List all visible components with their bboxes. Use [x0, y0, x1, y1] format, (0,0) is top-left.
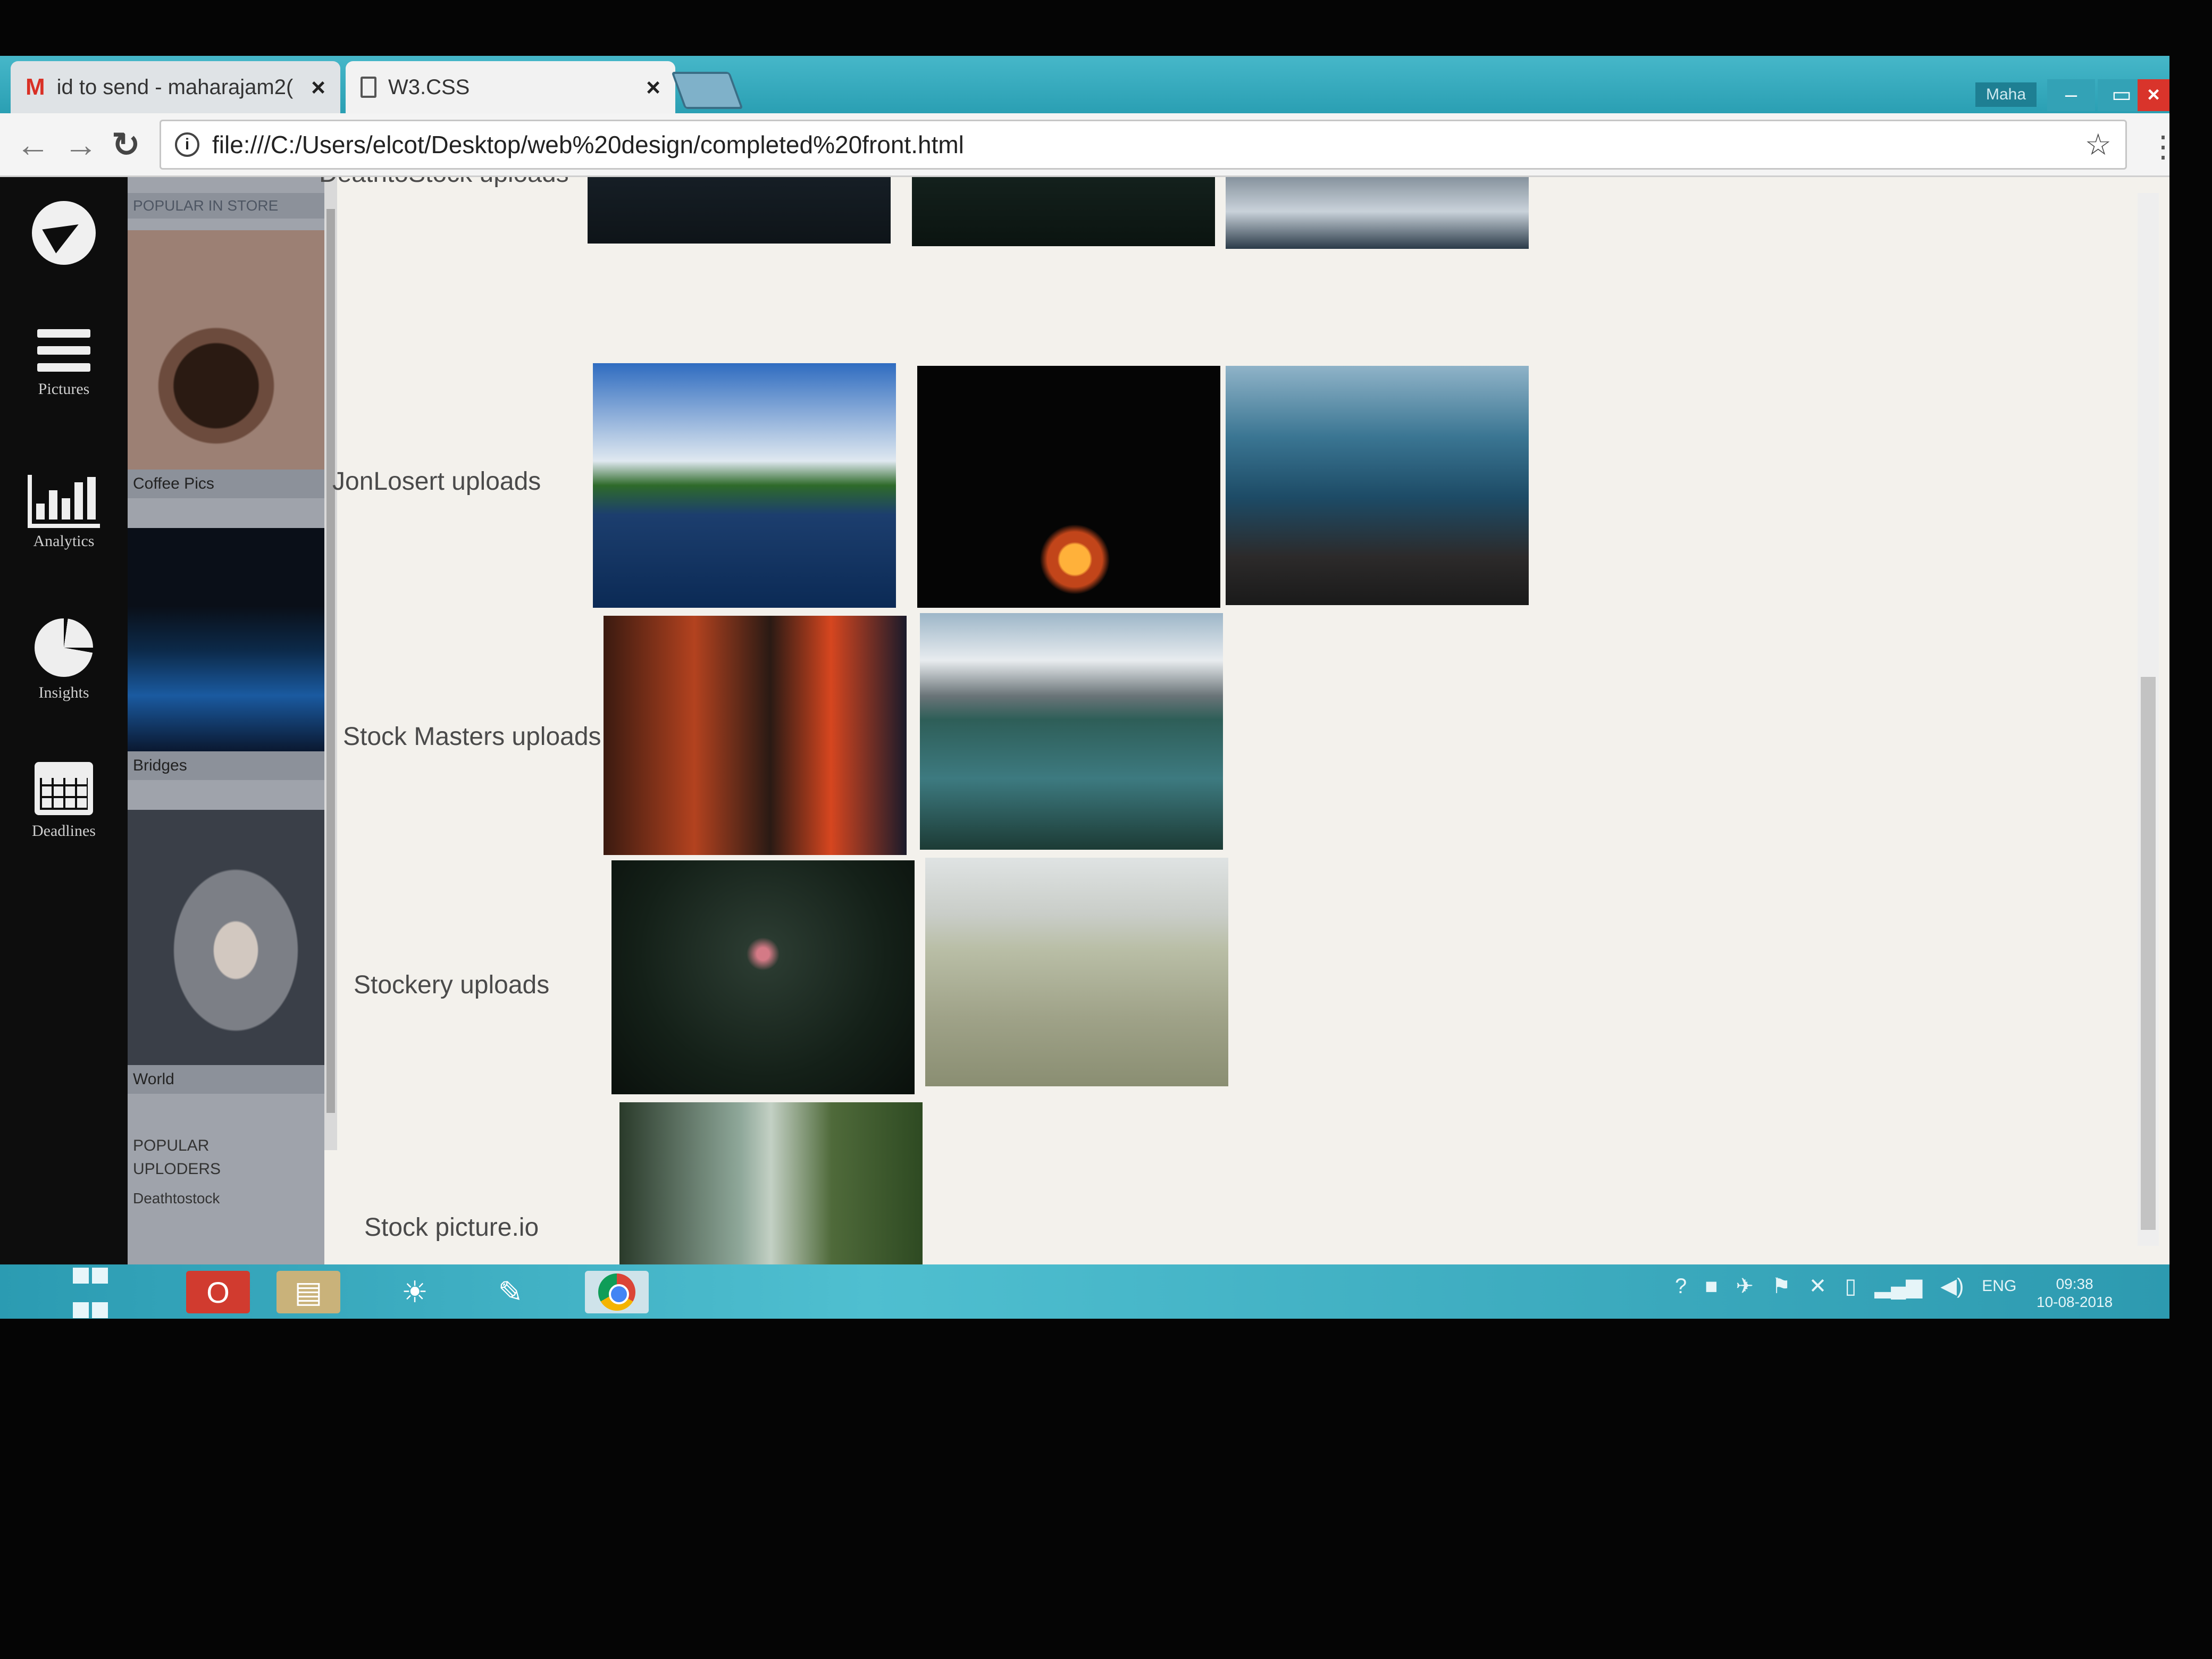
info-icon[interactable]: i	[175, 132, 199, 157]
sidebar-item-label: Deadlines	[32, 822, 96, 840]
sidebar-item-deadlines[interactable]: Deadlines	[0, 762, 128, 840]
windows-taskbar: O ▤ ☀ ✎ ? ■ ✈ ⚑ ✕ ▯ ▂▄▆ ◀) ENG 09:38 10-…	[0, 1264, 2169, 1319]
volume-icon[interactable]: ◀)	[1940, 1274, 1964, 1298]
sidebar-item-telegram[interactable]	[0, 201, 128, 267]
sidebar-item-pictures[interactable]: Pictures	[0, 321, 128, 398]
sidebar-item-insights[interactable]: Insights	[0, 618, 128, 702]
opera-icon[interactable]: O	[186, 1271, 250, 1313]
chrome-icon	[598, 1273, 635, 1311]
file-explorer-icon[interactable]: ▤	[276, 1271, 340, 1313]
popular-uploaders-heading: POPULAR UPLODERS	[133, 1137, 221, 1178]
page-content: Pictures Analytics Insights Deadlines PO…	[0, 177, 2169, 1264]
tab-title: id to send - maharajam2(	[56, 75, 294, 99]
store-card-bridges[interactable]: Bridges	[128, 528, 324, 780]
tab-strip: M id to send - maharajam2( × W3.CSS × Ma…	[0, 56, 2169, 113]
system-tray: ? ■ ✈ ⚑ ✕ ▯ ▂▄▆ ◀) ENG	[1675, 1274, 2016, 1298]
signal-icon[interactable]: ▂▄▆	[1874, 1274, 1922, 1298]
monitor-screen: M id to send - maharajam2( × W3.CSS × Ma…	[0, 56, 2169, 1319]
tab-gmail[interactable]: M id to send - maharajam2( ×	[11, 61, 340, 113]
store-card-world[interactable]: World	[128, 810, 324, 1094]
start-button[interactable]	[58, 1268, 122, 1318]
store-card-label: Bridges	[128, 751, 324, 780]
portrait-image	[128, 810, 324, 1065]
campfire-image[interactable]	[917, 366, 1220, 608]
tab-w3css[interactable]: W3.CSS ×	[346, 61, 675, 113]
help-icon[interactable]: ?	[1675, 1275, 1687, 1298]
minimize-button[interactable]: –	[2047, 79, 2095, 111]
uploader-link-deathtostock[interactable]: Deathtostock	[128, 1190, 225, 1207]
store-card-label: Coffee Pics	[128, 470, 324, 498]
bookmark-star-icon[interactable]: ☆	[2085, 127, 2112, 162]
tab-title: W3.CSS	[388, 75, 470, 99]
calendar-icon	[35, 762, 93, 815]
url-text: file:///C:/Users/elcot/Desktop/web%20des…	[212, 131, 964, 158]
bar-chart-icon	[28, 475, 100, 528]
forward-button[interactable]: →	[64, 125, 98, 164]
store-card-coffee[interactable]: Coffee Pics	[128, 230, 324, 498]
wheat-field-image[interactable]	[925, 858, 1228, 1086]
autumn-forest-image[interactable]	[604, 616, 907, 855]
forest-dark-image[interactable]	[912, 177, 1215, 246]
clock[interactable]: 09:38 10-08-2018	[2037, 1275, 2113, 1311]
battery-icon[interactable]: ▯	[1845, 1274, 1856, 1298]
coffee-image	[128, 230, 324, 470]
icon-sidebar: Pictures Analytics Insights Deadlines	[0, 177, 128, 1264]
coastline-image[interactable]	[1226, 366, 1529, 605]
close-icon[interactable]: ×	[646, 73, 660, 102]
address-bar[interactable]: i file:///C:/Users/elcot/Desktop/web%20d…	[160, 120, 2127, 170]
sidebar-item-label: Pictures	[38, 380, 90, 398]
chrome-taskbar-button[interactable]	[585, 1271, 649, 1313]
uploader-name: JonLosert uploads	[332, 467, 541, 496]
new-tab-button[interactable]	[671, 72, 743, 109]
uploader-name: DeathtoStock uploads	[319, 177, 569, 188]
flag-icon[interactable]: ⚑	[1772, 1274, 1791, 1298]
windows-logo-icon	[71, 1258, 110, 1319]
back-button[interactable]: ←	[16, 125, 50, 164]
menu-icon[interactable]: ⋮	[2148, 129, 2169, 164]
uploader-name: Stock picture.io	[364, 1213, 539, 1242]
clock-date: 10-08-2018	[2037, 1294, 2113, 1310]
store-card-label: World	[128, 1065, 324, 1094]
reload-button[interactable]: ↻	[112, 125, 140, 165]
gmail-icon: M	[26, 74, 45, 100]
uploader-name: Stock Masters uploads	[343, 723, 601, 751]
network-tray-icon[interactable]: ✈	[1736, 1274, 1754, 1298]
sidebar-item-label: Analytics	[33, 532, 95, 550]
sidebar-item-analytics[interactable]: Analytics	[0, 475, 128, 550]
app-tray-icon[interactable]: ■	[1705, 1275, 1717, 1298]
sidebar-item-label: Insights	[38, 684, 89, 701]
forest-path-image[interactable]	[619, 1102, 923, 1264]
store-heading: POPULAR IN STORE	[128, 193, 324, 219]
close-window-button[interactable]: ×	[2138, 79, 2169, 111]
language-indicator[interactable]: ENG	[1982, 1277, 2016, 1295]
paint-icon[interactable]: ☀	[383, 1271, 447, 1313]
document-icon	[361, 77, 376, 98]
snowy-peak-image[interactable]	[1226, 177, 1529, 249]
pie-chart-icon	[35, 618, 93, 677]
forest-person-image[interactable]	[611, 860, 915, 1094]
scrollbar-thumb[interactable]	[2141, 677, 2156, 1230]
profile-badge[interactable]: Maha	[1975, 82, 2037, 107]
mountain-night-image[interactable]	[588, 177, 891, 244]
mountain-lake-image[interactable]	[920, 613, 1223, 850]
bridge-image	[128, 528, 324, 751]
messenger-icon[interactable]: ✎	[479, 1271, 542, 1313]
clock-time: 09:38	[2056, 1276, 2093, 1292]
lake-image[interactable]	[593, 363, 896, 608]
hamburger-icon	[0, 329, 128, 372]
action-center-icon[interactable]: ✕	[1809, 1274, 1827, 1298]
browser-toolbar: ← → ↻ i file:///C:/Users/elcot/Desktop/w…	[0, 113, 2169, 177]
popular-in-store-panel: POPULAR IN STORE Coffee Pics Bridges Wor…	[128, 177, 324, 1264]
sidebar-scrollbar[interactable]	[324, 177, 337, 1150]
uploader-name: Stockery uploads	[354, 971, 550, 999]
close-icon[interactable]: ×	[311, 73, 325, 102]
telegram-icon	[32, 201, 96, 265]
